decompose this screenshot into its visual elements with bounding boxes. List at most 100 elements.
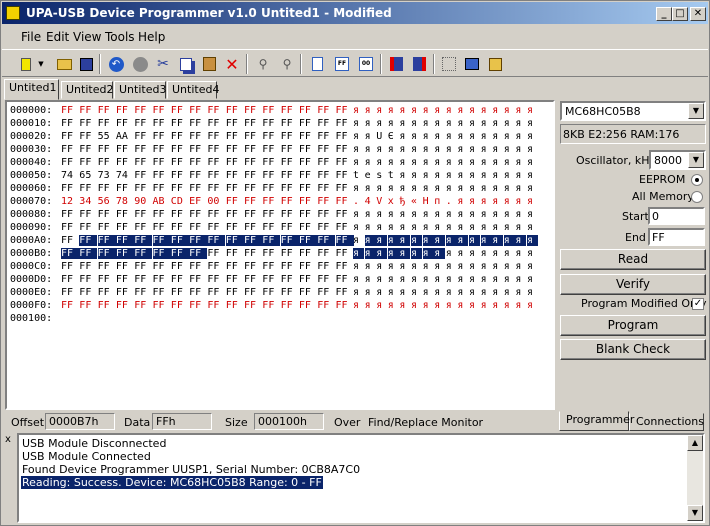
hex-byte[interactable]: FF — [336, 248, 354, 259]
hex-byte[interactable]: FF — [153, 157, 171, 168]
hex-byte[interactable]: FF — [336, 300, 354, 311]
ascii-char[interactable]: я — [399, 261, 410, 272]
hex-byte[interactable]: FF — [317, 131, 335, 142]
fill-ff-icon[interactable]: FF — [332, 54, 352, 74]
eeprom-radio[interactable] — [691, 174, 703, 186]
ascii-char[interactable]: . — [446, 196, 457, 207]
ascii-char[interactable]: я — [434, 248, 446, 259]
end-field[interactable]: FF — [648, 228, 705, 246]
hex-byte[interactable]: FF — [61, 300, 79, 311]
ascii-char[interactable]: я — [481, 300, 492, 311]
menu-file[interactable]: File — [21, 30, 41, 44]
hex-byte[interactable]: FF — [79, 261, 97, 272]
ascii-char[interactable]: я — [527, 235, 538, 246]
hex-byte[interactable]: FF — [189, 287, 207, 298]
hex-byte[interactable]: FF — [189, 274, 207, 285]
ascii-char[interactable]: я — [411, 183, 422, 194]
ascii-char[interactable]: я — [492, 287, 503, 298]
hex-byte[interactable]: FF — [207, 300, 225, 311]
hex-row[interactable]: 000080: FF FF FF FF FF FF FF FF FF FF FF FF FF FF FF FF я… — [10, 209, 550, 222]
hex-byte[interactable]: FF — [207, 222, 225, 233]
hex-byte[interactable]: FF — [98, 274, 116, 285]
hex-byte[interactable]: FF — [79, 235, 98, 246]
ascii-char[interactable]: я — [446, 131, 457, 142]
hex-byte[interactable]: FF — [134, 248, 153, 259]
hex-byte[interactable]: FF — [189, 170, 207, 181]
ascii-char[interactable]: я — [504, 248, 515, 259]
hex-byte[interactable]: 12 — [61, 196, 79, 207]
hex-byte[interactable]: FF — [262, 274, 280, 285]
ascii-char[interactable]: я — [411, 118, 422, 129]
ascii-char[interactable]: я — [515, 209, 526, 220]
ascii-char[interactable]: я — [434, 131, 445, 142]
ascii-char[interactable]: я — [504, 274, 515, 285]
copy-icon[interactable] — [176, 54, 196, 74]
ascii-char[interactable]: я — [411, 222, 422, 233]
ascii-char[interactable]: я — [423, 209, 434, 220]
ascii-char[interactable]: s — [376, 170, 387, 181]
maximize-button[interactable]: □ — [672, 7, 688, 21]
ascii-char[interactable]: я — [423, 300, 434, 311]
ascii-char[interactable]: я — [446, 209, 457, 220]
ascii-char[interactable]: я — [492, 209, 503, 220]
all-memory-radio[interactable] — [691, 191, 703, 203]
ascii-char[interactable]: я — [353, 131, 364, 142]
program-modified-only-checkbox[interactable]: ✓ — [692, 298, 704, 310]
hex-byte[interactable]: FF — [207, 274, 225, 285]
hex-byte[interactable]: FF — [262, 261, 280, 272]
ascii-char[interactable]: я — [353, 235, 364, 246]
ascii-char[interactable]: я — [527, 157, 538, 168]
hex-byte[interactable]: FF — [153, 300, 171, 311]
hex-byte[interactable]: FF — [116, 144, 134, 155]
hex-byte[interactable]: FF — [262, 118, 280, 129]
ascii-char[interactable]: я — [504, 170, 515, 181]
ascii-char[interactable]: я — [423, 118, 434, 129]
hex-byte[interactable]: FF — [116, 157, 134, 168]
hex-byte[interactable]: FF — [134, 118, 152, 129]
hex-byte[interactable]: FF — [79, 157, 97, 168]
ascii-char[interactable]: я — [399, 183, 410, 194]
hex-byte[interactable]: FF — [98, 287, 116, 298]
ascii-char[interactable]: я — [434, 209, 445, 220]
hex-byte[interactable]: FF — [115, 235, 134, 246]
ascii-char[interactable]: я — [353, 209, 364, 220]
ascii-char[interactable]: я — [515, 196, 526, 207]
ascii-char[interactable]: я — [481, 183, 492, 194]
ascii-char[interactable]: я — [446, 105, 457, 116]
ascii-char[interactable]: я — [365, 157, 376, 168]
ascii-char[interactable]: я — [481, 170, 492, 181]
hex-byte[interactable]: FF — [336, 261, 354, 272]
hex-row[interactable]: 0000E0: FF FF FF FF FF FF FF FF FF FF FF FF FF FF FF FF я… — [10, 287, 550, 300]
hex-byte[interactable]: FF — [262, 170, 280, 181]
hex-byte[interactable]: FF — [336, 222, 354, 233]
hex-byte[interactable]: FF — [153, 144, 171, 155]
ascii-char[interactable]: я — [422, 235, 434, 246]
ascii-char[interactable]: « — [411, 196, 422, 207]
ascii-char[interactable]: 4 — [365, 196, 376, 207]
hex-byte[interactable]: FF — [226, 170, 244, 181]
ascii-char[interactable]: я — [399, 222, 410, 233]
hex-byte[interactable]: FF — [61, 248, 79, 259]
ascii-char[interactable]: я — [492, 261, 503, 272]
hex-byte[interactable]: FF — [244, 144, 262, 155]
ascii-char[interactable]: я — [492, 183, 503, 194]
hex-row[interactable]: 000020: FF FF 55 AA FF FF FF FF FF FF FF FF FF FF FF FF я… — [10, 131, 550, 144]
ascii-char[interactable]: я — [353, 248, 364, 259]
hex-byte[interactable]: FF — [336, 196, 354, 207]
hex-byte[interactable]: FF — [98, 118, 116, 129]
ascii-char[interactable]: я — [434, 183, 445, 194]
ascii-char[interactable]: t — [388, 170, 399, 181]
ascii-char[interactable]: я — [515, 274, 526, 285]
hex-byte[interactable]: FF — [226, 144, 244, 155]
ascii-char[interactable]: я — [434, 144, 445, 155]
hex-byte[interactable]: FF — [281, 196, 299, 207]
hex-byte[interactable]: FF — [244, 118, 262, 129]
ascii-char[interactable]: я — [481, 261, 492, 272]
hex-byte[interactable]: 74 — [61, 170, 79, 181]
hex-byte[interactable]: FF — [336, 157, 354, 168]
hex-byte[interactable]: FF — [299, 209, 317, 220]
hex-row[interactable]: 000000: FF FF FF FF FF FF FF FF FF FF FF FF FF FF FF FF я… — [10, 105, 550, 118]
hex-byte[interactable]: FF — [98, 222, 116, 233]
ascii-char[interactable]: я — [515, 144, 526, 155]
ascii-char[interactable]: я — [376, 209, 387, 220]
